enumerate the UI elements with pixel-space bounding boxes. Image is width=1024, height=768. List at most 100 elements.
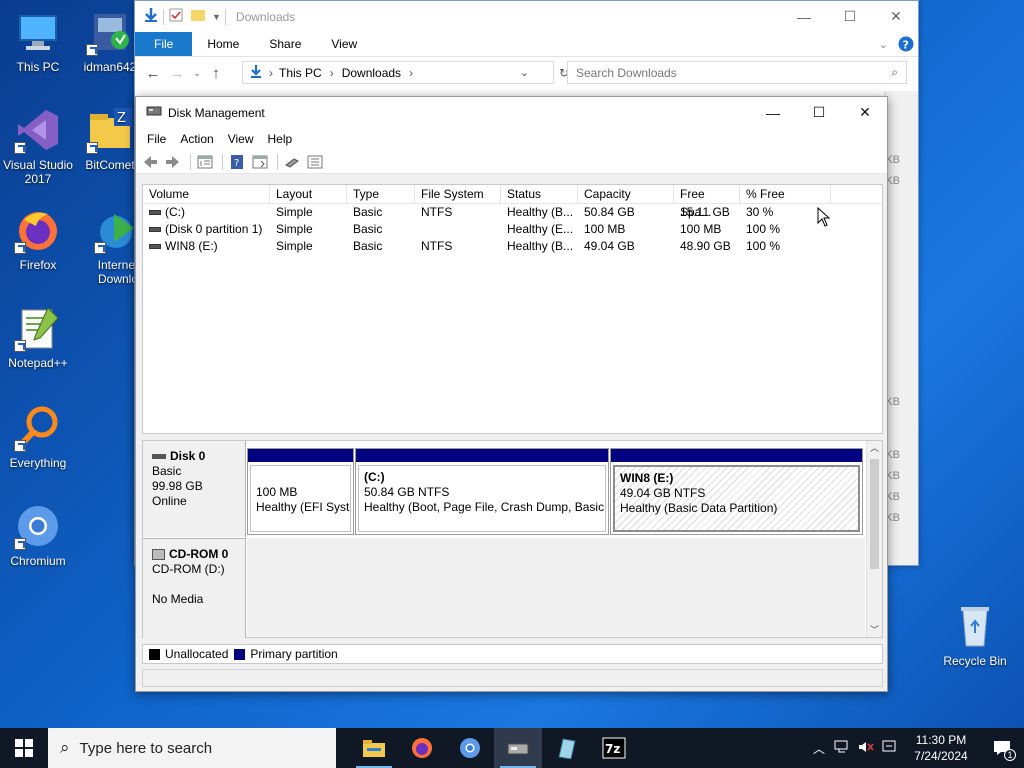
scrollbar-thumb[interactable] <box>870 459 879 569</box>
address-dropdown-icon[interactable]: ⌄ <box>520 66 529 79</box>
column-header-status[interactable]: Status <box>501 185 578 203</box>
explorer-search-input[interactable]: Search Downloads ⌕ <box>567 61 907 84</box>
menu-help[interactable]: Help <box>261 132 300 146</box>
properties-icon[interactable] <box>168 7 184 26</box>
taskbar-disk-management[interactable] <box>494 728 542 768</box>
partition-win8-e[interactable]: WIN8 (E:) 49.04 GB NTFS Healthy (Basic D… <box>610 448 863 535</box>
table-row[interactable]: (Disk 0 partition 1) Simple Basic Health… <box>143 221 882 238</box>
taskbar: ⌕ Type here to search 7z ︿ 11:30 PM 7/24… <box>0 728 1024 768</box>
desktop-icon-this-pc[interactable]: This PC <box>0 8 76 74</box>
ribbon-tab-file[interactable]: File <box>135 32 193 56</box>
column-header-free-space[interactable]: Free Spa... <box>674 185 740 219</box>
desktop-icon-visual-studio[interactable]: Visual Studio 2017 <box>0 106 76 186</box>
taskbar-search-box[interactable]: ⌕ Type here to search <box>48 728 336 768</box>
scroll-up-icon[interactable]: ︿ <box>867 441 882 455</box>
notifications-button[interactable]: 1 <box>980 728 1024 768</box>
start-button[interactable] <box>0 728 48 768</box>
connect-icon[interactable] <box>282 153 302 171</box>
back-icon[interactable] <box>140 153 160 171</box>
column-header-percent-free[interactable]: % Free <box>740 185 831 203</box>
table-row[interactable]: WIN8 (E:) Simple Basic NTFS Healthy (B..… <box>143 238 882 255</box>
separator <box>163 8 164 25</box>
taskbar-firefox[interactable] <box>398 728 446 768</box>
desktop-icon-chromium[interactable]: Chromium <box>0 502 76 568</box>
address-bar[interactable]: › This PC › Downloads › ⌄ ↻ <box>242 61 569 84</box>
recent-locations-icon[interactable]: ⌄ <box>189 68 205 79</box>
disk-layout-pane[interactable]: Disk 0 Basic 99.98 GB Online 100 MB Heal… <box>142 440 883 638</box>
disk-0-label[interactable]: Disk 0 Basic 99.98 GB Online <box>143 441 246 537</box>
up-arrow-icon[interactable]: ↑ <box>205 65 227 82</box>
forward-icon[interactable] <box>163 153 183 171</box>
download-arrow-icon <box>143 7 159 26</box>
column-header-capacity[interactable]: Capacity <box>578 185 674 203</box>
network-icon[interactable] <box>830 740 854 757</box>
cdrom-0-label[interactable]: CD-ROM 0 CD-ROM (D:) No Media <box>143 538 246 638</box>
back-arrow-icon[interactable]: ← <box>141 65 165 82</box>
breadcrumb-this-pc[interactable]: This PC <box>279 66 322 80</box>
desktop-icon-firefox[interactable]: Firefox <box>0 206 76 272</box>
close-button[interactable]: ✕ <box>842 97 888 128</box>
explorer-close-button[interactable]: ✕ <box>873 1 919 32</box>
partition-efi[interactable]: 100 MB Healthy (EFI Syste <box>247 448 354 535</box>
desktop-icon-everything[interactable]: Everything <box>0 404 76 470</box>
partition-c[interactable]: (C:) 50.84 GB NTFS Healthy (Boot, Page F… <box>355 448 609 535</box>
desktop-icon-label: This PC <box>16 60 60 74</box>
ribbon-expand-icon[interactable]: ⌄ <box>879 32 898 56</box>
column-header-layout[interactable]: Layout <box>270 185 347 203</box>
maximize-button[interactable]: ☐ <box>796 97 842 128</box>
disk-management-window[interactable]: Disk Management — ☐ ✕ File Action View H… <box>135 96 888 692</box>
disk-icon <box>152 454 166 460</box>
action-center-tray-icon[interactable] <box>878 740 902 757</box>
cell-layout: Simple <box>276 205 313 219</box>
svg-text:?: ? <box>903 39 909 52</box>
new-folder-icon[interactable] <box>190 7 206 26</box>
help-icon[interactable]: ? <box>898 32 918 56</box>
separator <box>277 153 278 170</box>
taskbar-chromium[interactable] <box>446 728 494 768</box>
column-header-type[interactable]: Type <box>347 185 415 203</box>
desktop-icon-label: Everything <box>9 456 67 470</box>
menu-view[interactable]: View <box>221 132 261 146</box>
taskbar-file-explorer[interactable] <box>350 728 398 768</box>
customize-quick-access-icon[interactable]: ▼ <box>212 12 221 22</box>
ribbon-tab-share[interactable]: Share <box>254 32 316 56</box>
cdrom-empty-area[interactable] <box>247 538 865 637</box>
taskbar-app-5[interactable] <box>542 728 590 768</box>
visual-studio-icon <box>14 106 62 154</box>
column-header-file-system[interactable]: File System <box>415 185 501 203</box>
explorer-maximize-button[interactable]: ☐ <box>827 1 873 32</box>
breadcrumb-downloads[interactable]: Downloads <box>342 66 401 80</box>
show-hidden-icons-chevron[interactable]: ︿ <box>808 740 830 757</box>
scroll-down-icon[interactable]: ﹀ <box>867 623 882 637</box>
forward-arrow-icon[interactable]: → <box>165 65 189 82</box>
shortcut-arrow-icon <box>86 44 98 56</box>
ribbon-tab-view[interactable]: View <box>316 32 372 56</box>
separator <box>222 153 223 170</box>
chromium-icon <box>460 738 480 758</box>
ribbon-tab-home[interactable]: Home <box>192 32 254 56</box>
explorer-minimize-button[interactable]: — <box>781 1 827 32</box>
action-pane-icon[interactable] <box>250 153 270 171</box>
disk-pane-scrollbar[interactable]: ︿ ﹀ <box>866 441 882 637</box>
volume-muted-icon[interactable] <box>854 740 878 757</box>
properties-list-icon[interactable] <box>305 153 325 171</box>
desktop-icon-notepadpp[interactable]: Notepad++ <box>0 304 76 370</box>
explorer-title: Downloads <box>235 9 296 24</box>
show-hide-console-tree-icon[interactable] <box>195 153 215 171</box>
minimize-button[interactable]: — <box>750 97 796 128</box>
partition-size: 100 MB <box>256 485 298 499</box>
menu-file[interactable]: File <box>140 132 173 146</box>
file-explorer-icon <box>363 740 385 757</box>
disk-kind: Basic <box>152 464 182 478</box>
legend-swatch-unallocated <box>149 648 160 660</box>
volume-list[interactable]: Volume Layout Type File System Status Ca… <box>142 184 883 434</box>
taskbar-7zip[interactable]: 7z <box>590 728 638 768</box>
table-row[interactable]: (C:) Simple Basic NTFS Healthy (B... 50.… <box>143 204 882 221</box>
menu-action[interactable]: Action <box>173 132 220 146</box>
clock[interactable]: 11:30 PM 7/24/2024 <box>902 732 980 764</box>
desktop-icon-recycle-bin[interactable]: Recycle Bin <box>936 602 1014 668</box>
help-book-icon[interactable]: ? <box>227 153 247 171</box>
installer-icon <box>86 8 134 56</box>
column-header-volume[interactable]: Volume <box>143 185 270 203</box>
cell-type: Basic <box>353 222 383 236</box>
